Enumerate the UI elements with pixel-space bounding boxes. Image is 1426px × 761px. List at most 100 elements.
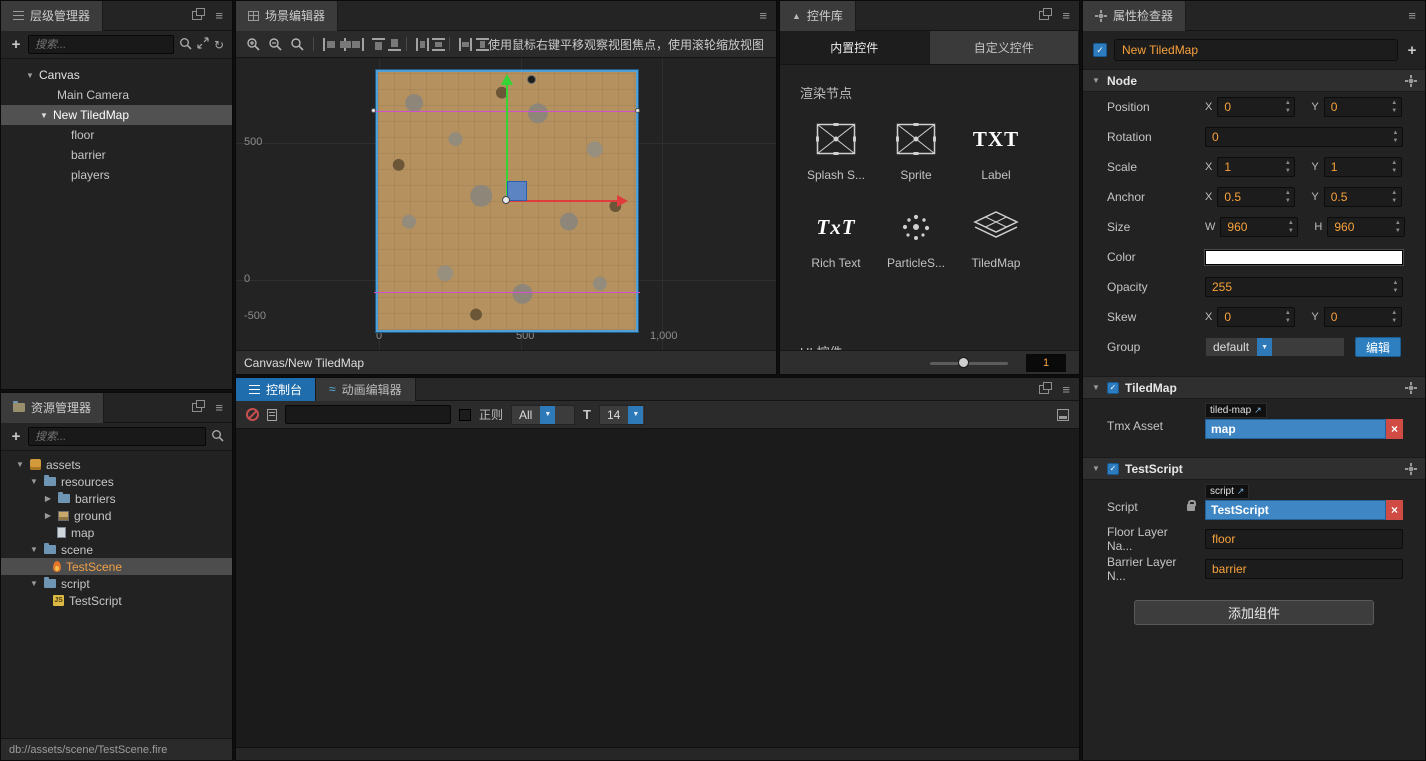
clear-console-icon[interactable] [246, 408, 259, 421]
size-w-input[interactable]: 960 ▲ ▼ [1220, 217, 1299, 237]
zoom-in-icon[interactable] [246, 37, 260, 51]
number-stepper[interactable]: ▲ ▼ [1391, 280, 1400, 294]
zoom-slider-track[interactable] [930, 362, 1008, 365]
panel-menu-icon[interactable]: ≡ [1062, 8, 1070, 23]
size-h-input[interactable]: 960 ▲ ▼ [1327, 217, 1406, 237]
tree-item-barrier[interactable]: barrier [1, 145, 232, 165]
gear-icon[interactable] [1405, 381, 1417, 394]
collapse-arrow-icon[interactable]: ▼ [29, 545, 39, 554]
panel-menu-icon[interactable]: ≡ [1408, 8, 1416, 23]
tiledmap-enabled-checkbox[interactable]: ✓ [1107, 381, 1119, 394]
gizmo-x-arrowhead[interactable] [617, 195, 628, 207]
tmx-asset-field[interactable]: map × [1205, 419, 1403, 439]
tab-widget-library[interactable]: ▲ 控件库 [780, 1, 856, 31]
node-name-input[interactable] [1114, 39, 1398, 61]
widget-splash-sprite[interactable]: Splash S... [796, 116, 876, 182]
barrier-layer-input[interactable] [1205, 559, 1403, 579]
collapse-arrow-icon[interactable]: ▼ [1091, 76, 1101, 85]
script-asset-field[interactable]: TestScript × [1205, 500, 1403, 520]
hierarchy-search-input[interactable] [28, 35, 174, 54]
search-icon[interactable] [211, 429, 224, 445]
open-log-icon[interactable] [267, 408, 277, 421]
rotation-input[interactable]: 0 ▲ ▼ [1205, 127, 1403, 147]
tab-hierarchy[interactable]: 层级管理器 [1, 1, 104, 31]
tab-scene-editor[interactable]: 场景编辑器 [236, 1, 339, 31]
collapse-arrow-icon[interactable]: ▼ [25, 71, 35, 80]
number-stepper[interactable]: ▲ ▼ [1390, 190, 1399, 204]
refresh-icon[interactable]: ↻ [214, 38, 224, 52]
tab-animation-editor[interactable]: ≈ 动画编辑器 [316, 378, 416, 401]
expand-all-icon[interactable] [197, 37, 209, 52]
scene-viewport[interactable]: 500 0 -500 0 500 1,000 [236, 59, 776, 350]
asset-item-resources[interactable]: ▼ resources [1, 473, 232, 490]
asset-item-testscript[interactable]: TestScript [1, 592, 232, 609]
bounds-handle[interactable] [635, 108, 640, 113]
collapse-arrow-icon[interactable]: ▼ [1091, 383, 1101, 392]
anchor-x-input[interactable]: 0.5 ▲ ▼ [1217, 187, 1296, 207]
number-stepper[interactable]: ▲ ▼ [1390, 310, 1399, 324]
edit-group-button[interactable]: 编辑 [1355, 337, 1402, 357]
console-log-area[interactable] [236, 429, 1079, 747]
tree-item-canvas[interactable]: ▼ Canvas [1, 65, 232, 85]
remove-asset-icon[interactable]: × [1386, 500, 1403, 520]
gear-icon[interactable] [1405, 462, 1417, 475]
align-h-center-icon[interactable] [338, 37, 352, 52]
position-y-input[interactable]: 0 ▲ ▼ [1323, 97, 1402, 117]
regex-checkbox[interactable] [459, 408, 471, 421]
tree-item-new-tiledmap[interactable]: ▼ New TiledMap [1, 105, 232, 125]
testscript-enabled-checkbox[interactable]: ✓ [1107, 462, 1119, 475]
float-panel-icon[interactable] [1039, 381, 1053, 394]
number-stepper[interactable]: ▲ ▼ [1393, 220, 1402, 234]
collapse-arrow-icon[interactable]: ▼ [29, 477, 39, 486]
number-stepper[interactable]: ▲ ▼ [1283, 100, 1292, 114]
align-left-icon[interactable] [322, 37, 335, 52]
remove-asset-icon[interactable]: × [1386, 419, 1403, 439]
zoom-out-icon[interactable] [268, 37, 282, 51]
asset-item-testscene[interactable]: TestScene [1, 558, 232, 575]
float-panel-icon[interactable] [192, 400, 206, 412]
tab-custom-widgets[interactable]: 自定义控件 [929, 31, 1079, 64]
bounds-handle[interactable] [371, 108, 376, 113]
float-panel-icon[interactable] [1039, 8, 1053, 20]
node-active-checkbox[interactable]: ✓ [1093, 43, 1107, 57]
create-asset-button[interactable]: + [9, 428, 23, 445]
tab-builtin-widgets[interactable]: 内置控件 [780, 31, 930, 64]
create-node-button[interactable]: + [9, 36, 23, 53]
breadcrumb[interactable]: Canvas/New TiledMap [244, 356, 364, 370]
asset-item-assets[interactable]: ▼ assets [1, 456, 232, 473]
add-node-icon[interactable]: + [1405, 42, 1419, 59]
distribute-v-icon[interactable] [431, 37, 446, 52]
open-asset-icon[interactable]: ↗ [1237, 486, 1245, 497]
tiledmap-section-header[interactable]: ▼ ✓ TiledMap [1083, 376, 1425, 399]
testscript-section-header[interactable]: ▼ ✓ TestScript [1083, 457, 1425, 480]
number-stepper[interactable]: ▲ ▼ [1283, 190, 1292, 204]
tab-assets[interactable]: 资源管理器 [1, 393, 105, 423]
distribute-h-icon[interactable] [415, 37, 425, 52]
console-filter-input[interactable] [285, 405, 451, 424]
collapse-arrow-icon[interactable]: ▼ [29, 579, 39, 588]
asset-item-barriers[interactable]: ▶ barriers [1, 490, 232, 507]
add-component-button[interactable]: 添加组件 [1134, 600, 1374, 625]
position-x-input[interactable]: 0 ▲ ▼ [1217, 97, 1296, 117]
number-stepper[interactable]: ▲ ▼ [1390, 100, 1399, 114]
open-asset-icon[interactable]: ↗ [1254, 405, 1262, 416]
collapse-arrow-icon[interactable]: ▼ [15, 460, 25, 469]
skew-x-input[interactable]: 0 ▲ ▼ [1217, 307, 1296, 327]
gizmo-origin-handle[interactable] [502, 196, 510, 204]
expand-arrow-icon[interactable]: ▶ [43, 494, 53, 503]
widget-richtext[interactable]: TxT Rich Text [796, 204, 876, 271]
number-stepper[interactable]: ▲ ▼ [1391, 130, 1400, 144]
panel-menu-icon[interactable]: ≡ [1062, 382, 1070, 397]
scale-x-input[interactable]: 1 ▲ ▼ [1217, 157, 1296, 177]
skew-y-input[interactable]: 0 ▲ ▼ [1323, 307, 1402, 327]
widget-particlesystem[interactable]: ParticleS... [876, 204, 956, 270]
color-swatch[interactable] [1205, 249, 1403, 265]
tab-inspector[interactable]: 属性检查器 [1083, 1, 1187, 31]
panel-menu-icon[interactable]: ≡ [759, 8, 767, 23]
opacity-input[interactable]: 255 ▲ ▼ [1205, 277, 1403, 297]
widget-sprite[interactable]: Sprite [876, 116, 956, 182]
gizmo-rotation-handle[interactable] [527, 75, 536, 84]
tree-item-floor[interactable]: floor [1, 125, 232, 145]
scale-y-input[interactable]: 1 ▲ ▼ [1323, 157, 1402, 177]
align-top-icon[interactable] [371, 37, 386, 52]
